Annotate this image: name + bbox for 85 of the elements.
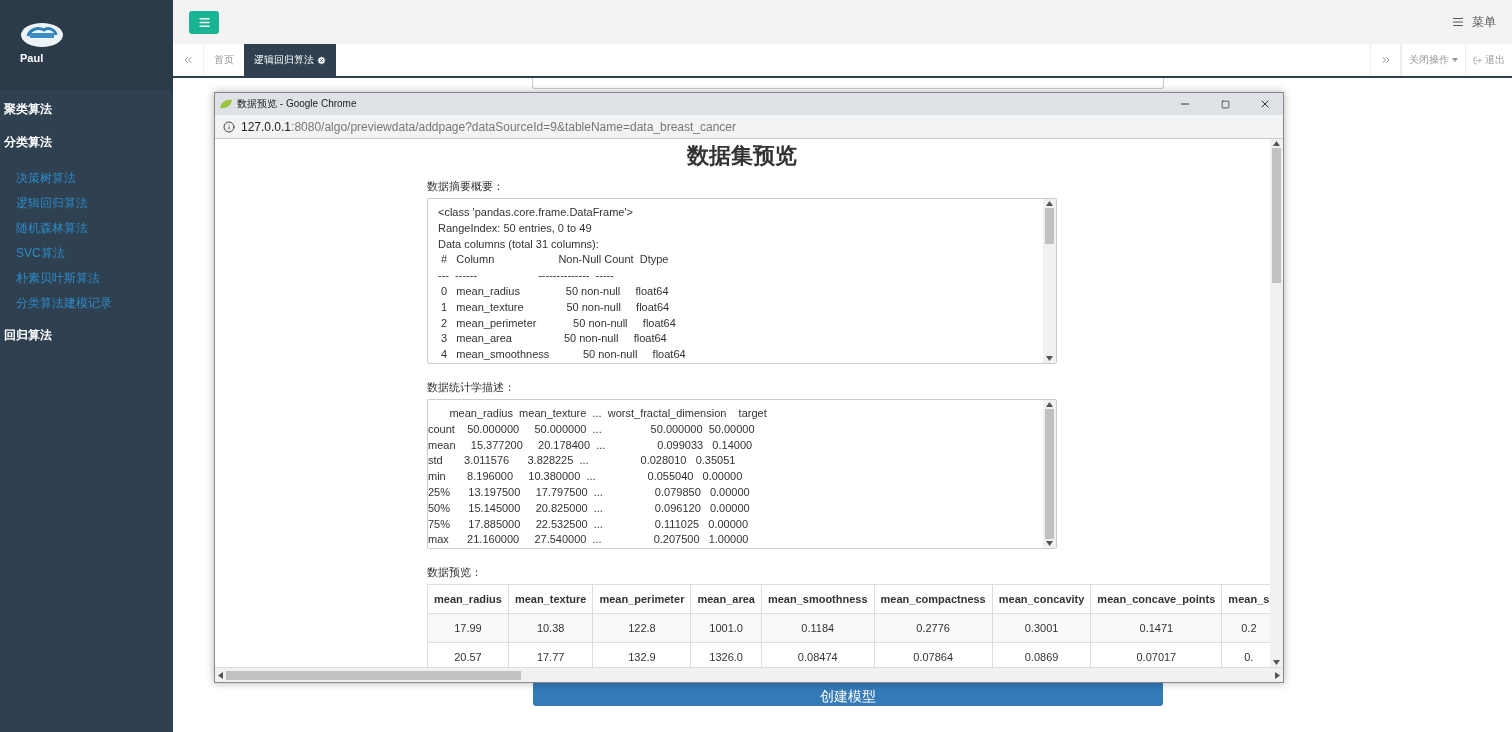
logout-icon <box>1473 55 1482 65</box>
sidebar-subitem[interactable]: 随机森林算法 <box>0 216 104 241</box>
table-cell: 1001.0 <box>690 613 762 643</box>
scrollbar-thumb[interactable] <box>1045 408 1054 539</box>
statistics-text-area[interactable] <box>427 398 1057 550</box>
page-heading: 数据集预览 <box>685 142 798 170</box>
summary-line: <class 'pandas.core.frame.DataFrame'> <box>438 205 633 220</box>
section-label: 数据统计学描述： <box>427 379 516 395</box>
scroll-right-icon[interactable] <box>1275 671 1280 679</box>
statistics-line: mean_radius mean_texture ... worst_fractal_dimension target <box>448 405 767 421</box>
sidebar-item[interactable]: 分类算法 <box>0 127 56 160</box>
horizontal-scrollbar[interactable] <box>215 667 1283 682</box>
list-icon <box>1452 16 1464 28</box>
scroll-up-icon[interactable] <box>1273 141 1280 146</box>
page-tab[interactable]: 逻辑回归算法 <box>244 44 336 76</box>
caret-icon <box>1452 58 1458 62</box>
statistics-line: 75% 17.885000 22.532500 ... 0.111025 0.00000 <box>428 516 749 532</box>
sidebar-item[interactable]: 回归算法 <box>0 320 56 353</box>
scrollbar[interactable] <box>1270 139 1283 667</box>
menu-link[interactable]: 菜单 <box>1452 13 1496 31</box>
table-cell: 17.99 <box>427 613 509 643</box>
scroll-down-icon[interactable] <box>1046 355 1053 361</box>
summary-line: 1 mean_texture 50 non-null float64 <box>440 299 670 315</box>
summary-line: 0 mean_radius 50 non-null float64 <box>440 284 669 299</box>
scrollbar[interactable] <box>1043 399 1056 549</box>
statistics-line: mean 15.377200 20.178400 ... 0.099033 0.14000 <box>428 437 753 453</box>
close-icon[interactable] <box>317 55 326 65</box>
table-cell: 0.2776 <box>874 613 993 643</box>
sidebar-subitem[interactable]: 分类算法建模记录 <box>0 291 128 316</box>
sidebar-subitem[interactable]: 决策树算法 <box>0 166 92 191</box>
logout-link[interactable]: 退出 <box>1465 44 1512 76</box>
column-header: mean_concavity <box>992 584 1091 614</box>
window-title: 数据预览 - Google Chrome <box>237 97 358 111</box>
table-cell: 0.1471 <box>1090 613 1222 643</box>
menu-toggle-button[interactable] <box>189 10 219 34</box>
maximize-icon <box>1220 99 1230 109</box>
table-cell: 122.8 <box>592 613 691 643</box>
leaf-icon <box>219 99 233 109</box>
summary-line: 3 mean_area 50 non-null float64 <box>440 331 667 347</box>
close-operations-menu[interactable]: 关闭操作 <box>1401 44 1465 76</box>
input-field[interactable] <box>531 78 1164 89</box>
close-icon <box>1259 98 1271 110</box>
statistics-line: 50% 15.145000 20.825000 ... 0.096120 0.00000 <box>428 500 750 516</box>
section-label: 数据预览： <box>427 565 483 581</box>
sidebar-subitem[interactable]: 逻辑回归算法 <box>0 191 104 216</box>
sidebar-subitem[interactable]: SVC算法 <box>0 241 81 266</box>
column-header: mean_perimeter <box>592 584 691 614</box>
column-header: mean_area <box>690 584 762 614</box>
statistics-line: 25% 13.197500 17.797500 ... 0.079850 0.00000 <box>428 484 750 500</box>
scrollbar-thumb[interactable] <box>1272 148 1281 283</box>
scroll-left-icon[interactable] <box>218 671 223 679</box>
scroll-down-icon[interactable] <box>1273 660 1280 665</box>
summary-line: 4 mean_smoothness 50 non-null float64 <box>440 347 686 363</box>
scrollbar[interactable] <box>1043 199 1056 363</box>
logo-icon <box>20 22 64 48</box>
summary-line: --- ------ -------------- ----- <box>438 268 614 284</box>
double-chevron-right-icon <box>1379 54 1392 66</box>
double-chevron-left-icon <box>182 54 194 66</box>
user-name: Paul <box>20 52 44 64</box>
scroll-down-icon[interactable] <box>1046 541 1053 547</box>
summary-line: Data columns (total 31 columns): <box>438 236 599 252</box>
table-cell: 0.3001 <box>992 613 1091 643</box>
statistics-line: max 21.160000 27.540000 ... 0.207500 1.00000 <box>428 532 749 548</box>
scrollbar-thumb[interactable] <box>226 670 521 680</box>
scrollbar-thumb[interactable] <box>1045 208 1054 244</box>
summary-line: # Column Non-Null Count Dtype <box>440 252 669 268</box>
column-header: mean_compactness <box>874 584 993 614</box>
column-header: mean_smoothness <box>761 584 875 614</box>
table-cell: 10.38 <box>508 613 593 643</box>
menu-icon <box>197 15 211 29</box>
column-header: mean_texture <box>508 584 593 614</box>
column-header: mean_concave_points <box>1090 584 1222 614</box>
summary-line: 2 mean_perimeter 50 non-null float64 <box>440 315 676 331</box>
summary-line: RangeIndex: 50 entries, 0 to 49 <box>438 220 592 236</box>
statistics-line: count 50.000000 50.000000 ... 50.000000 50.00000 <box>428 421 755 437</box>
info-icon[interactable] <box>223 120 235 133</box>
sidebar-subitem[interactable]: 朴素贝叶斯算法 <box>0 266 116 291</box>
column-header: mean_radius <box>427 584 509 614</box>
summary-text-area[interactable] <box>427 198 1057 364</box>
statistics-line: std 3.011576 3.828225 ... 0.028010 0.35051 <box>428 453 736 469</box>
sidebar-item[interactable]: 聚类算法 <box>0 94 56 127</box>
scroll-up-icon[interactable] <box>1046 201 1053 206</box>
section-label: 数据摘要概要： <box>427 179 505 194</box>
table-cell: 0.1184 <box>761 613 875 643</box>
statistics-line: min 8.196000 10.380000 ... 0.055040 0.00000 <box>428 469 743 485</box>
